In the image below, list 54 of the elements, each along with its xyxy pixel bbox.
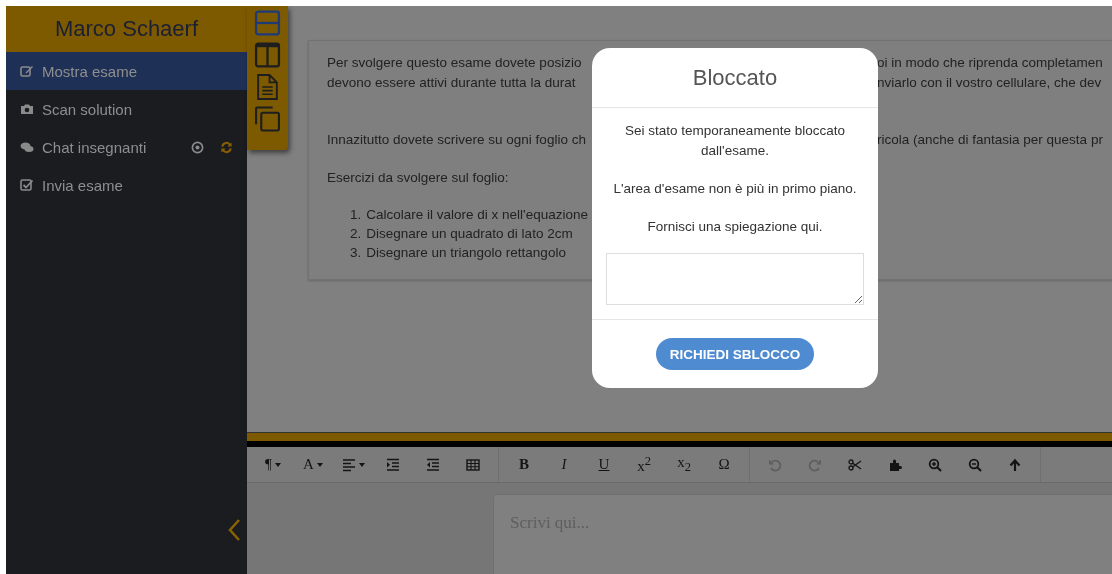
user-name: Marco Schaerf bbox=[6, 6, 247, 52]
exercise-text: Disegnare un triangolo rettangolo bbox=[366, 245, 566, 260]
instruction-text: Per svolgere questo esame dovete posizio bbox=[327, 54, 582, 70]
sidebar-item[interactable]: Mostra esame bbox=[6, 52, 247, 90]
edit-icon bbox=[20, 64, 34, 78]
instruction-text: Esercizi da svolgere sul foglio: bbox=[327, 169, 509, 185]
instruction-text: Innazitutto dovete scrivere su ogni foglio ch bbox=[327, 131, 586, 147]
target-icon[interactable] bbox=[191, 140, 204, 154]
copy-icon[interactable] bbox=[254, 105, 281, 133]
scissors-icon bbox=[848, 457, 862, 472]
underline-button[interactable]: U bbox=[584, 449, 624, 480]
dialog-message: L'area d'esame non è più in primo piano. bbox=[613, 180, 857, 198]
bold-button[interactable]: B bbox=[504, 449, 544, 480]
format-button[interactable]: x$_{2}$ bbox=[664, 449, 704, 480]
explanation-field[interactable] bbox=[606, 253, 864, 305]
sidebar-item[interactable]: Scan solution bbox=[6, 90, 247, 128]
undo-icon bbox=[768, 457, 782, 472]
sidebar-item[interactable]: Invia esame bbox=[6, 166, 247, 204]
zoom-out-icon bbox=[968, 457, 982, 472]
instruction-text: ricola (anche di fantasia per questa pr bbox=[877, 131, 1103, 147]
splitter-bar[interactable] bbox=[247, 432, 1112, 441]
arrow-up-icon bbox=[1008, 457, 1022, 472]
list-number: 1. bbox=[350, 207, 362, 222]
request-unlock-button[interactable]: RICHIEDI SBLOCCO bbox=[655, 338, 815, 370]
format-button[interactable]: ¶ bbox=[253, 449, 293, 480]
document-icon[interactable] bbox=[254, 73, 281, 101]
dialog-message: Sei stato temporaneamente bloccato dall'esame. bbox=[624, 122, 846, 160]
chevron-left-icon[interactable] bbox=[227, 518, 241, 542]
exercise-text: Calcolare il valore di x nell'equazione bbox=[366, 207, 588, 222]
format-button[interactable]: Ω bbox=[704, 449, 744, 480]
refresh-icon[interactable] bbox=[220, 140, 233, 154]
table-icon bbox=[466, 457, 480, 472]
checkbox-icon bbox=[20, 178, 34, 192]
exercise-text: Disegnare un quadrato di lato 2cm bbox=[366, 226, 573, 241]
puzzle-icon bbox=[888, 457, 902, 472]
dialog-message: Fornisci una spiegazione qui. bbox=[647, 218, 823, 236]
indent-icon bbox=[386, 457, 400, 472]
chat-icon bbox=[20, 140, 34, 154]
instruction-text: oi in modo che riprenda completamen bbox=[877, 54, 1103, 70]
align-left-icon bbox=[341, 457, 356, 472]
format-button[interactable]: x$^{2}$ bbox=[624, 449, 664, 480]
dialog-title: Bloccato bbox=[592, 48, 878, 108]
split-columns-icon[interactable] bbox=[254, 41, 281, 69]
italic-button[interactable]: I bbox=[544, 449, 584, 480]
sidebar-item[interactable]: Chat insegnanti bbox=[6, 128, 247, 166]
redo-icon bbox=[808, 457, 822, 472]
outdent-icon bbox=[426, 457, 440, 472]
camera-icon bbox=[20, 102, 34, 116]
format-button[interactable]: A bbox=[293, 449, 333, 480]
instruction-text: devono essere attivi durante tutta la durat bbox=[327, 74, 576, 90]
list-number: 3. bbox=[350, 245, 362, 260]
list-number: 2. bbox=[350, 226, 362, 241]
instruction-text: nviarlo con il vostro cellulare, che dev bbox=[877, 74, 1102, 90]
zoom-in-icon bbox=[928, 457, 942, 472]
